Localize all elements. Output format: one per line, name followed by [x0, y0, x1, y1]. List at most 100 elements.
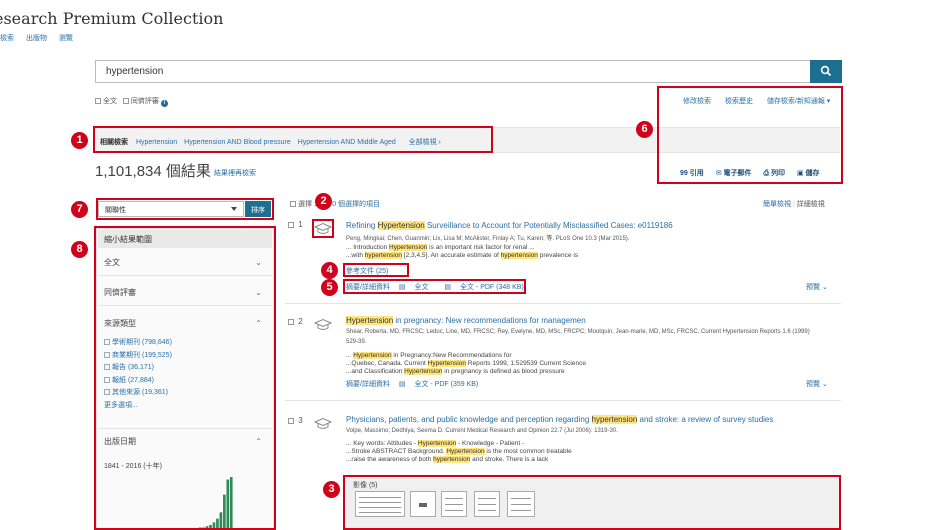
nav-search[interactable]: 檢索	[0, 35, 14, 42]
search-input[interactable]: hypertension	[95, 60, 810, 83]
preview-toggle[interactable]: 預覽 ⌄	[806, 282, 828, 292]
highlighted-term: Hypertension	[346, 316, 394, 325]
result-number: 1	[288, 220, 303, 229]
callout-badge: 6	[636, 121, 653, 138]
text-run: ...Quebec, Canada. Current	[346, 360, 428, 367]
callout-badge: 5	[321, 279, 338, 296]
result-index: 1	[298, 220, 303, 229]
callout-box-tools	[657, 86, 843, 184]
callout-box-links	[343, 279, 526, 294]
result-count: 1,101,834 個結果	[95, 163, 211, 180]
result-snippet: ...with hypertension [2,3,4,5]. An accur…	[346, 252, 578, 261]
text-run: [2,3,4,5]. An accurate estimate of	[402, 252, 501, 259]
result-links: 摘要/詳細資料 ▤ 全文 - PDF (359 KB)	[346, 379, 492, 389]
result-snippet: ...raise the awareness of both hypertens…	[346, 456, 548, 465]
full-text-checkbox[interactable]	[95, 98, 101, 104]
text-run: Surveillance to Account for Potentially …	[424, 221, 673, 230]
highlighted-term: hypertension	[364, 252, 403, 259]
detail-view-link[interactable]: 詳細檢視	[797, 201, 825, 208]
search-button[interactable]	[810, 60, 842, 83]
search-icon	[820, 65, 832, 77]
callout-badge: 7	[71, 201, 88, 218]
peer-reviewed-label: 同儕評審	[130, 98, 159, 105]
page-root: esearch Premium Collection 檢索 出版物 瀏覽 hyp…	[0, 0, 947, 530]
text-run: ...raise the awareness of both	[346, 456, 434, 463]
callout-badge: 1	[71, 132, 88, 149]
result-divider	[285, 400, 841, 401]
highlighted-term: Hypertension	[404, 368, 443, 375]
nav-browse[interactable]: 瀏覽	[59, 35, 73, 42]
callout-badge: 3	[323, 481, 340, 498]
select-all-checkbox[interactable]	[290, 201, 296, 207]
text-run: in Pregnancy:New Recommendations for	[391, 352, 512, 359]
text-run: in pregnancy is defined as blood pressur…	[442, 368, 565, 375]
text-run: ...with	[346, 252, 365, 259]
pdf-icon: ▤	[398, 381, 408, 388]
result-title[interactable]: Hypertension in pregnancy: New recommend…	[346, 316, 586, 325]
result-checkbox[interactable]	[288, 222, 294, 228]
highlighted-term: hypertension	[591, 415, 638, 424]
text-run: is an important risk factor for renal ..…	[427, 244, 535, 251]
search-options: 全文 同儕評審 i	[95, 96, 168, 107]
scholarly-journal-icon	[314, 318, 332, 330]
result-number: 3	[288, 416, 303, 425]
result-snippet: ...and Classification Hypertension in pr…	[346, 368, 565, 377]
pdf-link[interactable]: ▤ 全文 - PDF (359 KB)	[399, 381, 485, 388]
result-meta: Peng, Mingkai; Chen, Guanmin; Lix, Lisa …	[346, 236, 630, 242]
text-run: is the most common treatable	[484, 448, 572, 455]
abstract-link[interactable]: 摘要/詳細資料	[346, 381, 390, 388]
callout-box-references	[343, 263, 409, 277]
scholarly-journal-icon	[314, 417, 332, 429]
info-icon[interactable]: i	[160, 100, 168, 107]
search-within-link[interactable]: 結果裡再檢索	[214, 168, 256, 178]
simple-view-link[interactable]: 簡單檢視	[763, 201, 791, 208]
pdf-link-label: 全文 - PDF (359 KB)	[414, 381, 479, 388]
text-run: Refining	[346, 221, 378, 230]
result-checkbox[interactable]	[288, 418, 294, 424]
selection-row: 選擇 1- 0 個選擇的項目	[290, 199, 380, 209]
text-run: ...and Classification	[346, 368, 405, 375]
highlighted-term: hypertension	[500, 252, 538, 259]
text-run: ... Key words: Attitudes -	[346, 440, 418, 447]
highlighted-term: Hypertension	[353, 352, 392, 359]
result-divider	[285, 303, 841, 304]
result-meta-pages: 529-39.	[346, 339, 367, 345]
highlighted-term: Hypertension	[427, 360, 466, 367]
highlighted-term: Hypertension	[446, 448, 485, 455]
result-index: 2	[298, 317, 303, 326]
result-number: 2	[288, 317, 303, 326]
text-run: ...Stroke ABSTRACT Background.	[346, 448, 447, 455]
result-title[interactable]: Physicians, patients, and public knowled…	[346, 415, 773, 424]
nav-publications[interactable]: 出版物	[26, 35, 47, 42]
highlighted-term: Hypertension	[417, 440, 457, 447]
text-run: ... Introduction	[346, 244, 389, 251]
highlighted-term: hypertension	[433, 456, 471, 463]
result-meta: Shear, Roberta, MD, FRCSC; Leduc, Line, …	[346, 329, 810, 335]
selected-items-link[interactable]: 0 個選擇的項目	[332, 201, 380, 208]
highlighted-term: Hypertension	[377, 221, 425, 230]
top-nav: 檢索 出版物 瀏覽	[0, 33, 83, 43]
peer-reviewed-checkbox[interactable]	[122, 98, 129, 104]
text-run: and stroke. There is a lack	[470, 456, 549, 463]
text-run: in pregnancy: New recommendations for ma…	[393, 316, 586, 325]
preview-toggle[interactable]: 預覽 ⌄	[806, 379, 828, 389]
callout-badge: 2	[315, 193, 332, 210]
full-text-label: 全文	[103, 98, 117, 105]
result-index: 3	[298, 416, 303, 425]
text-run: - Knowledge - Patient -	[456, 440, 525, 447]
callout-badge: 4	[321, 262, 338, 279]
text-run: Reports 1999, 1:529539 Current Science	[465, 360, 586, 367]
highlighted-term: Hypertension	[389, 244, 428, 251]
callout-box-images	[343, 475, 841, 530]
callout-box-sidebar	[94, 226, 276, 530]
callout-badge: 8	[71, 241, 88, 258]
callout-box-doc-type	[312, 219, 334, 238]
text-run: Physicians, patients, and public knowled…	[346, 415, 592, 424]
result-meta: Volpe, Massimo; Dedhiya, Seema D. Curren…	[346, 428, 618, 434]
text-run: prevalence is	[537, 252, 579, 259]
result-checkbox[interactable]	[288, 319, 294, 325]
result-title[interactable]: Refining Hypertension Surveillance to Ac…	[346, 221, 673, 230]
view-modes: 簡單檢視 | 詳細檢視	[763, 201, 825, 208]
app-title: esearch Premium Collection	[0, 9, 224, 28]
text-run: and stroke: a review of survey studies	[637, 415, 774, 424]
